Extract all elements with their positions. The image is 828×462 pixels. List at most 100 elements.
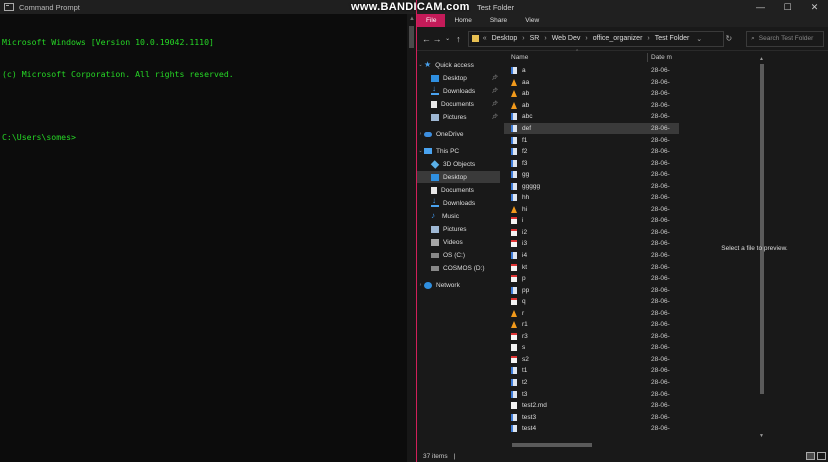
- nav-pc-videos[interactable]: Videos: [417, 236, 500, 248]
- nav-pc-3d-objects[interactable]: 3D Objects: [417, 158, 500, 170]
- nav-network[interactable]: › Network: [417, 279, 500, 291]
- file-row[interactable]: hh 28-06-: [504, 192, 679, 204]
- nav-pc-downloads[interactable]: Downloads: [417, 196, 500, 209]
- up-arrow-icon[interactable]: ↑: [453, 34, 464, 44]
- recent-locations-chevron-icon[interactable]: ⌄: [442, 35, 453, 42]
- tab-home[interactable]: Home: [445, 14, 480, 27]
- nav-pc-pictures[interactable]: Pictures: [417, 223, 500, 235]
- nav-qa-desktop[interactable]: Desktop 📌︎: [417, 72, 500, 84]
- expand-chevron-icon[interactable]: ⌄: [417, 62, 424, 68]
- file-row[interactable]: i 28-06-: [504, 215, 679, 227]
- nav-pc-music[interactable]: ♪ Music: [417, 210, 500, 222]
- tab-share[interactable]: Share: [481, 14, 516, 27]
- file-row[interactable]: ab 28-06-: [504, 100, 679, 112]
- nav-qa-documents[interactable]: Documents 📌︎: [417, 98, 500, 110]
- file-row[interactable]: hi 28-06-: [504, 204, 679, 216]
- refresh-icon[interactable]: ↻: [725, 34, 732, 43]
- file-row[interactable]: test3 28-06-: [504, 411, 679, 423]
- pdf-file-icon: [511, 275, 517, 283]
- file-row[interactable]: p 28-06-: [504, 273, 679, 285]
- column-name[interactable]: Name: [511, 54, 528, 61]
- file-row[interactable]: i3 28-06-: [504, 238, 679, 250]
- large-icons-view-icon[interactable]: [817, 452, 826, 460]
- close-button[interactable]: ✕: [801, 0, 828, 14]
- nav-pc-cosmos-d[interactable]: COSMOS (D:): [417, 262, 500, 274]
- file-row[interactable]: abc 28-06-: [504, 111, 679, 123]
- address-dropdown-icon[interactable]: ⌄: [696, 35, 702, 43]
- column-date-modified[interactable]: Date m: [651, 54, 672, 61]
- file-row[interactable]: def 28-06-: [504, 122, 679, 135]
- file-row[interactable]: r3 28-06-: [504, 331, 679, 343]
- nav-label: Desktop: [443, 173, 467, 181]
- nav-pc-documents[interactable]: Documents: [417, 184, 500, 196]
- file-explorer-window[interactable]: www.BANDICAM.com Test Folder — ☐ ✕ File …: [351, 0, 828, 462]
- file-row[interactable]: s2 28-06-: [504, 354, 679, 366]
- nav-qa-downloads[interactable]: Downloads 📌︎: [417, 84, 500, 97]
- search-input[interactable]: ⌕ Search Test Folder: [746, 30, 824, 47]
- breadcrumb-item[interactable]: Test Folder: [655, 35, 690, 42]
- file-list-horizontal-scrollbar[interactable]: [507, 442, 669, 448]
- horizontal-scroll-thumb[interactable]: [512, 443, 592, 447]
- nav-this-pc[interactable]: ⌄ This PC: [417, 145, 500, 157]
- breadcrumb-chevron-icon[interactable]: ›: [522, 35, 524, 42]
- file-row[interactable]: t2 28-06-: [504, 377, 679, 389]
- tab-view[interactable]: View: [516, 14, 548, 27]
- file-row[interactable]: ggggg 28-06-: [504, 180, 679, 192]
- column-separator[interactable]: [647, 53, 648, 62]
- back-arrow-icon[interactable]: ←: [421, 34, 432, 44]
- minimize-button[interactable]: —: [747, 0, 774, 14]
- breadcrumb[interactable]: « Desktop › SR › Web Dev › office_organi…: [467, 30, 732, 47]
- file-date: 28-06-: [651, 263, 670, 271]
- nav-qa-pictures[interactable]: Pictures 📌︎: [417, 111, 500, 123]
- command-prompt-window[interactable]: Command Prompt Microsoft Windows [Versio…: [0, 0, 416, 462]
- file-row[interactable]: f3 28-06-: [504, 157, 679, 169]
- breadcrumb-item[interactable]: Web Dev: [552, 35, 581, 42]
- forward-arrow-icon[interactable]: →: [432, 34, 443, 44]
- expand-chevron-icon[interactable]: ›: [417, 131, 424, 137]
- file-list[interactable]: ⌃ Name Date m a 28-06- aa 28-06- ab 28-06- ab 2…: [504, 49, 764, 450]
- file-row[interactable]: ab 28-06-: [504, 88, 679, 100]
- file-row[interactable]: q 28-06-: [504, 296, 679, 308]
- file-row[interactable]: kt 28-06-: [504, 261, 679, 273]
- file-row[interactable]: r 28-06-: [504, 307, 679, 319]
- nav-quick-access[interactable]: ⌄ ★ Quick access: [417, 59, 500, 71]
- file-row[interactable]: aa 28-06-: [504, 77, 679, 89]
- file-row[interactable]: f1 28-06-: [504, 134, 679, 146]
- file-row[interactable]: i4 28-06-: [504, 250, 679, 262]
- file-row[interactable]: s 28-06-: [504, 342, 679, 354]
- breadcrumb-chevron-icon[interactable]: ›: [585, 35, 587, 42]
- nav-pc-desktop[interactable]: Desktop: [417, 171, 500, 183]
- cmd-scrollbar[interactable]: ▲: [407, 14, 416, 462]
- breadcrumb-item[interactable]: office_organizer: [593, 35, 643, 42]
- nav-onedrive[interactable]: › OneDrive: [417, 128, 500, 140]
- file-row[interactable]: pp 28-06-: [504, 284, 679, 296]
- file-row[interactable]: f2 28-06-: [504, 146, 679, 158]
- file-row[interactable]: gg 28-06-: [504, 169, 679, 181]
- cmd-prompt-line[interactable]: C:\Users\somes>: [2, 132, 414, 143]
- breadcrumb-item[interactable]: Desktop: [492, 35, 518, 42]
- file-name: i3: [522, 240, 528, 248]
- item-count: 37 items: [423, 452, 448, 460]
- nav-pc-os-c[interactable]: OS (C:): [417, 249, 500, 261]
- details-view-icon[interactable]: [806, 452, 815, 460]
- file-row[interactable]: test2.md 28-06-: [504, 400, 679, 412]
- expand-chevron-icon[interactable]: ›: [417, 282, 424, 288]
- expand-chevron-icon[interactable]: ⌄: [417, 148, 424, 154]
- breadcrumb-chevron-icon[interactable]: ›: [647, 35, 649, 42]
- file-row[interactable]: test4 28-06-: [504, 423, 679, 435]
- explorer-titlebar[interactable]: www.BANDICAM.com Test Folder — ☐ ✕: [351, 0, 828, 14]
- maximize-button[interactable]: ☐: [774, 0, 801, 14]
- file-row[interactable]: t1 28-06-: [504, 365, 679, 377]
- cmd-console-output[interactable]: Microsoft Windows [Version 10.0.19042.11…: [0, 14, 416, 165]
- file-row[interactable]: t3 28-06-: [504, 388, 679, 400]
- breadcrumb-chevron-icon[interactable]: ›: [544, 35, 546, 42]
- tab-file[interactable]: File: [417, 14, 446, 27]
- cmd-scroll-thumb[interactable]: [409, 26, 414, 48]
- breadcrumb-item[interactable]: SR: [530, 35, 540, 42]
- file-row[interactable]: a 28-06-: [504, 65, 679, 77]
- scroll-up-arrow-icon[interactable]: ▲: [409, 16, 415, 22]
- breadcrumb-overflow[interactable]: «: [483, 35, 487, 42]
- file-row[interactable]: r1 28-06-: [504, 319, 679, 331]
- file-name: i2: [522, 228, 528, 236]
- file-row[interactable]: i2 28-06-: [504, 227, 679, 239]
